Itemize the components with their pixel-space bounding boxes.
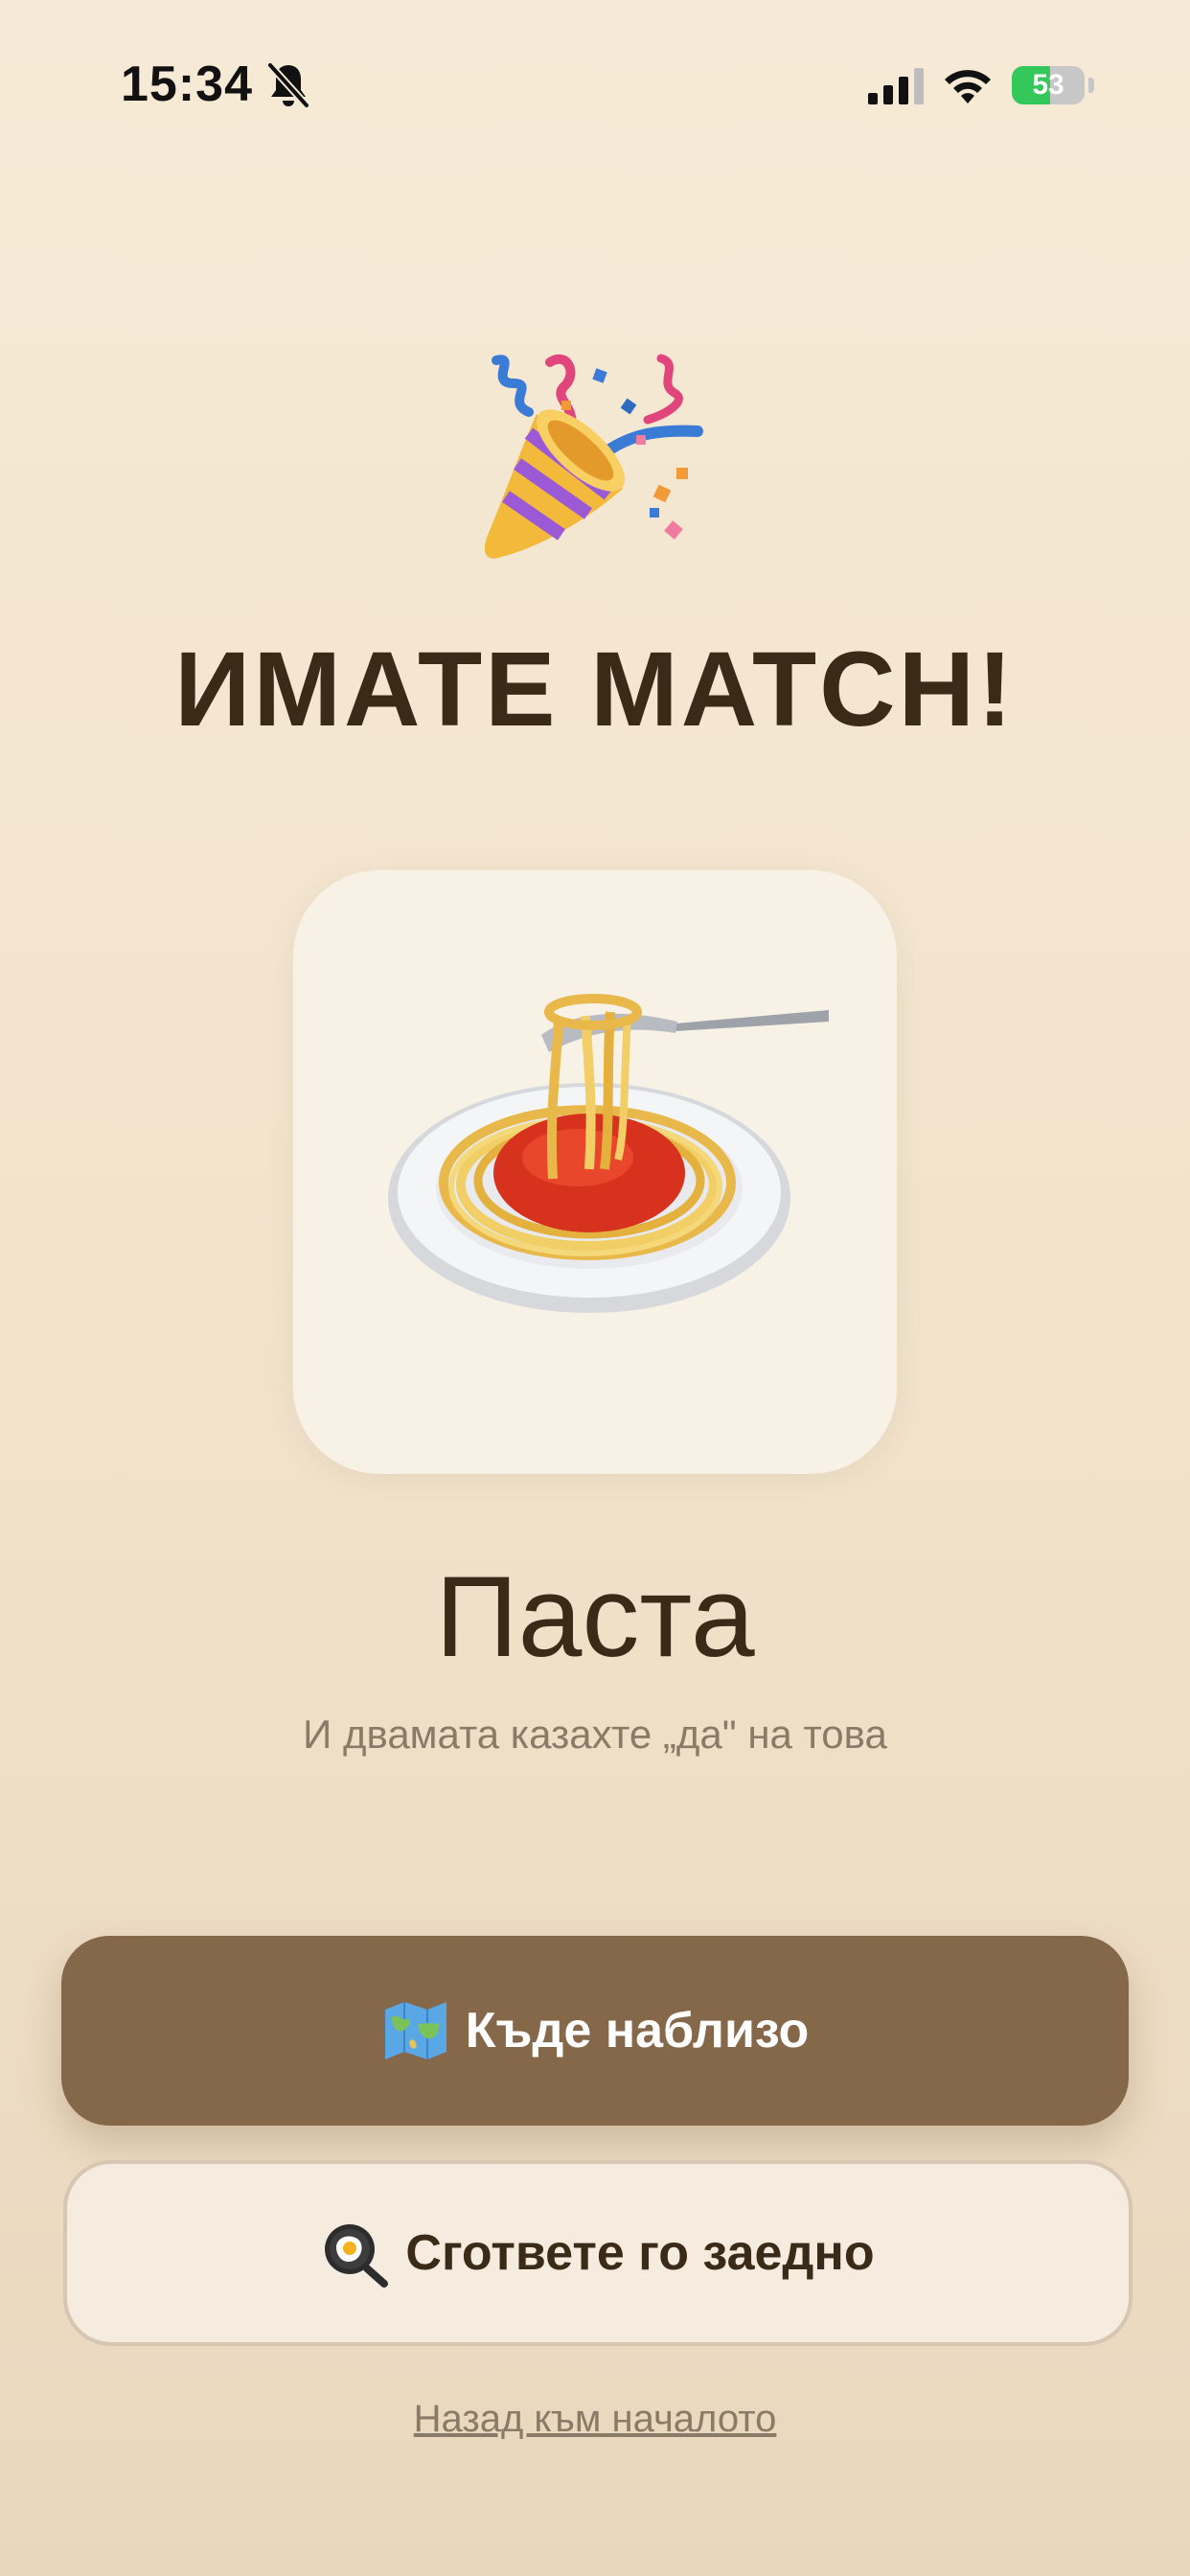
bell-slash-icon	[266, 61, 310, 109]
wifi-icon	[945, 70, 991, 104]
spaghetti-icon	[388, 994, 829, 1313]
party-popper-icon	[484, 354, 703, 559]
dish-subtitle: И двамата казахте „да" на това	[303, 1712, 887, 1757]
match-title: ИМАТЕ MATCH!	[174, 631, 1016, 748]
frying-pan-egg-icon	[325, 2224, 389, 2288]
battery-percent: 53	[1032, 69, 1064, 101]
where-nearby-button[interactable]: Къде наблизо	[61, 1936, 1129, 2126]
status-time: 15:34	[121, 57, 253, 112]
cook-together-button[interactable]: Сгответе го заедно	[63, 2160, 1133, 2346]
battery-charging-icon: 53	[1012, 66, 1085, 104]
cellular-signal-icon	[868, 66, 924, 104]
dish-name: Паста	[435, 1552, 755, 1681]
cook-together-label: Сгответе го заедно	[405, 2225, 875, 2281]
world-map-icon	[384, 2002, 446, 2059]
status-bar: 15:34 53	[0, 0, 1190, 144]
where-nearby-label: Къде наблизо	[465, 2003, 810, 2058]
status-right: 53	[868, 61, 1094, 109]
battery-cap	[1088, 78, 1094, 93]
back-to-start-link[interactable]: Назад към началото	[0, 2398, 1190, 2441]
